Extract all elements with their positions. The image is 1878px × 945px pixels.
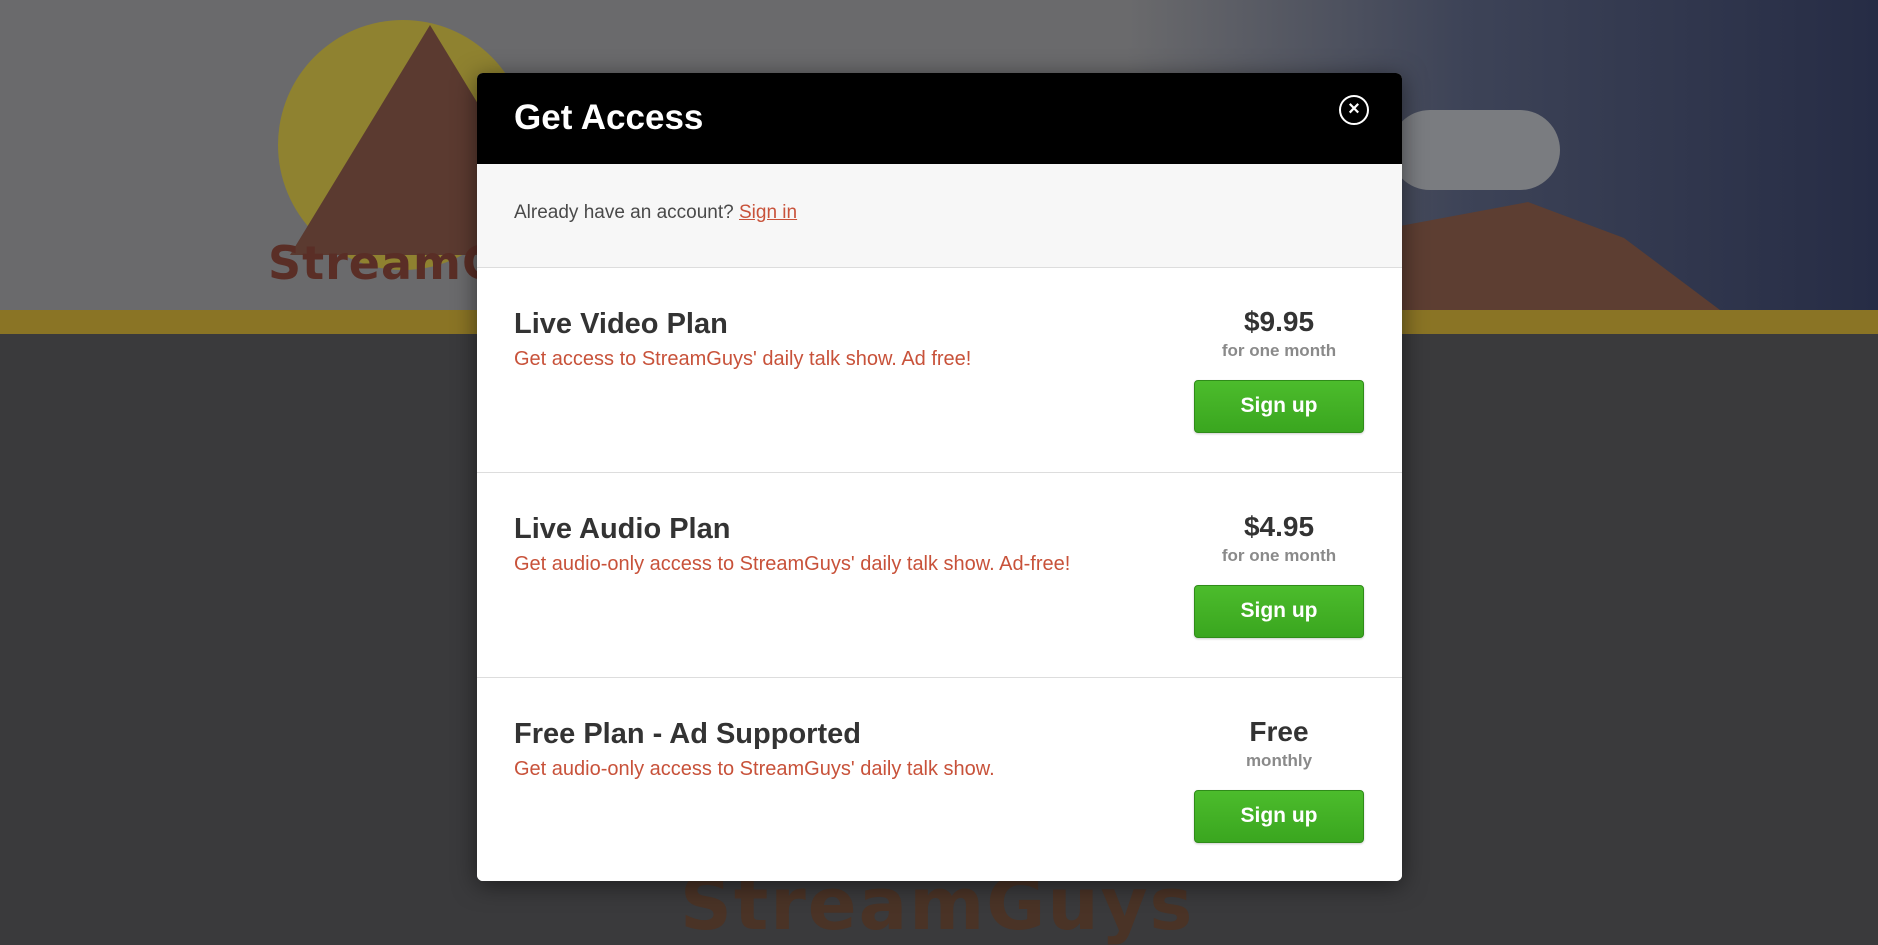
plan-name: Live Video Plan	[514, 308, 728, 340]
plan-name: Free Plan - Ad Supported	[514, 718, 861, 750]
plan-description: Get access to StreamGuys' daily talk sho…	[514, 348, 972, 370]
sign-up-button-live-audio[interactable]: Sign up	[1194, 585, 1364, 638]
background-cloud	[1390, 110, 1560, 190]
signin-link[interactable]: Sign in	[739, 202, 797, 223]
plan-period: for one month	[1221, 341, 1337, 360]
plan-name: Live Audio Plan	[514, 513, 731, 545]
plan-description: Get audio-only access to StreamGuys' dai…	[514, 553, 1071, 575]
plan-price: $4.95	[1243, 511, 1315, 542]
sign-up-button-free[interactable]: Sign up	[1194, 790, 1364, 843]
plan-period: monthly	[1245, 751, 1313, 770]
get-access-modal: Get Access × Already have an account? Si…	[477, 73, 1402, 881]
plan-period: for one month	[1221, 546, 1337, 565]
signin-prompt: Already have an account? Sign in	[514, 202, 797, 224]
plan-live-video: Live Video Plan Get access to StreamGuys…	[477, 268, 1402, 473]
plan-free-ad-supported: Free Plan - Ad Supported Get audio-only …	[477, 678, 1402, 881]
close-icon[interactable]: ×	[1339, 95, 1369, 125]
signin-prompt-text: Already have an account?	[514, 202, 734, 223]
page: StreamGu StreamGuys Get Access × Already…	[0, 0, 1878, 945]
sign-up-button-live-video[interactable]: Sign up	[1194, 380, 1364, 433]
modal-header: Get Access ×	[477, 73, 1402, 164]
signin-bar: Already have an account? Sign in	[477, 164, 1402, 268]
plan-live-audio: Live Audio Plan Get audio-only access to…	[477, 473, 1402, 678]
plan-price: Free	[1249, 716, 1309, 747]
plan-price: $9.95	[1243, 306, 1315, 337]
plan-description: Get audio-only access to StreamGuys' dai…	[514, 758, 995, 780]
modal-title: Get Access	[514, 98, 704, 137]
